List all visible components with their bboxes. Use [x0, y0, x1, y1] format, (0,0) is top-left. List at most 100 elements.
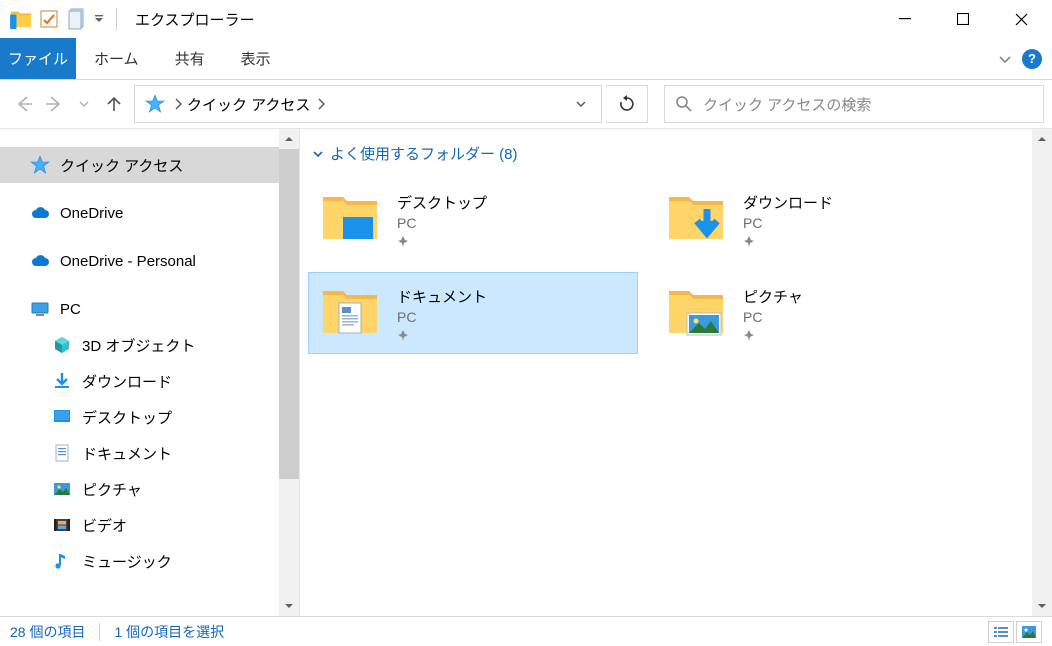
status-item-count: 28 個の項目 — [10, 622, 85, 642]
navigation-pane: クイック アクセス OneDrive OneDrive - Personal PC3D… — [0, 129, 300, 616]
address-bar[interactable]: クイック アクセス — [134, 85, 602, 123]
title-separator — [116, 8, 117, 30]
scroll-up-icon[interactable] — [279, 129, 299, 149]
scroll-down-icon[interactable] — [279, 596, 299, 616]
tree-item-label: OneDrive - Personal — [60, 253, 196, 270]
up-button[interactable] — [102, 92, 126, 116]
tree-item-music[interactable]: ミュージック — [0, 543, 299, 579]
tree-item-cloud[interactable]: OneDrive — [0, 195, 299, 231]
tree-item-pictures[interactable]: ピクチャ — [0, 471, 299, 507]
thumbnail-view-button[interactable] — [1016, 621, 1042, 643]
search-placeholder: クイック アクセスの検索 — [703, 94, 871, 115]
status-selected-count: 1 個の項目を選択 — [114, 622, 224, 642]
tree-item-3d[interactable]: 3D オブジェクト — [0, 327, 299, 363]
nav-row: クイック アクセス クイック アクセスの検索 — [0, 80, 1052, 128]
qat-dropdown-icon[interactable] — [94, 14, 104, 24]
folder-item-pictures[interactable]: ピクチャ PC — [654, 272, 984, 354]
tab-share[interactable]: 共有 — [157, 38, 223, 79]
content-pane: よく使用するフォルダー (8) デスクトップ PC ダウンロード PC ドキュメ… — [300, 129, 1052, 616]
details-view-button[interactable] — [988, 621, 1014, 643]
chevron-down-icon — [312, 148, 324, 160]
doc-icon — [52, 443, 72, 463]
tree-item-star[interactable]: クイック アクセス — [0, 147, 299, 183]
music-icon — [52, 551, 72, 571]
back-button[interactable] — [12, 92, 36, 116]
pin-icon — [743, 329, 803, 341]
scroll-up-icon[interactable] — [1032, 129, 1052, 149]
star-icon — [30, 155, 50, 175]
help-icon[interactable]: ? — [1022, 49, 1042, 69]
folder-icon — [319, 285, 383, 341]
address-dropdown-icon[interactable] — [565, 98, 597, 110]
status-bar: 28 個の項目 1 個の項目を選択 — [0, 616, 1052, 646]
app-folder-icon — [10, 9, 32, 29]
folder-name: ダウンロード — [743, 192, 833, 213]
section-header[interactable]: よく使用するフォルダー (8) — [312, 143, 1044, 164]
tree-item-label: PC — [60, 301, 81, 318]
tree-item-label: OneDrive — [60, 205, 123, 222]
title-bar: エクスプローラー — [0, 0, 1052, 38]
tree-item-label: ミュージック — [82, 551, 172, 572]
qat-doc-icon[interactable] — [66, 8, 88, 30]
tree-item-doc[interactable]: ドキュメント — [0, 435, 299, 471]
tree-item-label: ピクチャ — [82, 479, 142, 500]
ribbon-tabs: ファイル ホーム 共有 表示 ? — [0, 38, 1052, 80]
download-icon — [52, 371, 72, 391]
tree-item-label: クイック アクセス — [60, 155, 183, 176]
folder-item-desktop[interactable]: デスクトップ PC — [308, 178, 638, 260]
tree-item-cloud[interactable]: OneDrive - Personal — [0, 243, 299, 279]
folder-name: ピクチャ — [743, 286, 803, 307]
tree-item-video[interactable]: ビデオ — [0, 507, 299, 543]
video-icon — [52, 515, 72, 535]
section-title: よく使用するフォルダー (8) — [330, 143, 518, 164]
folder-icon — [665, 191, 729, 247]
tree-item-label: 3D オブジェクト — [82, 335, 195, 356]
content-scrollbar[interactable] — [1032, 129, 1052, 616]
tree-item-label: ドキュメント — [82, 443, 172, 464]
folder-icon — [319, 191, 383, 247]
qat-properties-icon[interactable] — [38, 8, 60, 30]
minimize-button[interactable] — [876, 0, 934, 38]
tree-item-label: ビデオ — [82, 515, 127, 536]
tab-view[interactable]: 表示 — [223, 38, 289, 79]
folder-location: PC — [743, 215, 833, 231]
history-dropdown-icon[interactable] — [72, 92, 96, 116]
cloud-icon — [30, 251, 50, 271]
tree-item-download[interactable]: ダウンロード — [0, 363, 299, 399]
folder-name: デスクトップ — [397, 192, 487, 213]
3d-icon — [52, 335, 72, 355]
desktop-icon — [52, 407, 72, 427]
forward-button[interactable] — [42, 92, 66, 116]
tree-item-pc[interactable]: PC — [0, 291, 299, 327]
tree-item-desktop[interactable]: デスクトップ — [0, 399, 299, 435]
file-tab[interactable]: ファイル — [0, 38, 76, 79]
pin-icon — [397, 235, 487, 247]
folder-item-doc[interactable]: ドキュメント PC — [308, 272, 638, 354]
maximize-button[interactable] — [934, 0, 992, 38]
refresh-button[interactable] — [606, 85, 648, 123]
search-input[interactable]: クイック アクセスの検索 — [664, 85, 1044, 123]
search-icon — [675, 95, 693, 113]
pin-icon — [743, 235, 833, 247]
breadcrumb-location[interactable]: クイック アクセス — [187, 94, 310, 115]
ribbon-collapse-icon[interactable] — [998, 52, 1012, 66]
folder-location: PC — [397, 215, 487, 231]
pictures-icon — [52, 479, 72, 499]
crumb-chevron-icon[interactable] — [318, 98, 326, 110]
quick-access-star-icon — [145, 94, 165, 114]
tab-home[interactable]: ホーム — [76, 38, 157, 79]
folder-icon — [665, 285, 729, 341]
tree-item-label: ダウンロード — [82, 371, 172, 392]
folder-item-download[interactable]: ダウンロード PC — [654, 178, 984, 260]
window-title: エクスプローラー — [135, 9, 255, 30]
close-button[interactable] — [992, 0, 1050, 38]
crumb-chevron-icon[interactable] — [175, 98, 183, 110]
pin-icon — [397, 329, 487, 341]
folder-location: PC — [743, 309, 803, 325]
scroll-down-icon[interactable] — [1032, 596, 1052, 616]
folder-location: PC — [397, 309, 487, 325]
cloud-icon — [30, 203, 50, 223]
status-separator — [99, 623, 100, 641]
scroll-thumb[interactable] — [279, 149, 299, 479]
nav-scrollbar[interactable] — [279, 129, 299, 616]
